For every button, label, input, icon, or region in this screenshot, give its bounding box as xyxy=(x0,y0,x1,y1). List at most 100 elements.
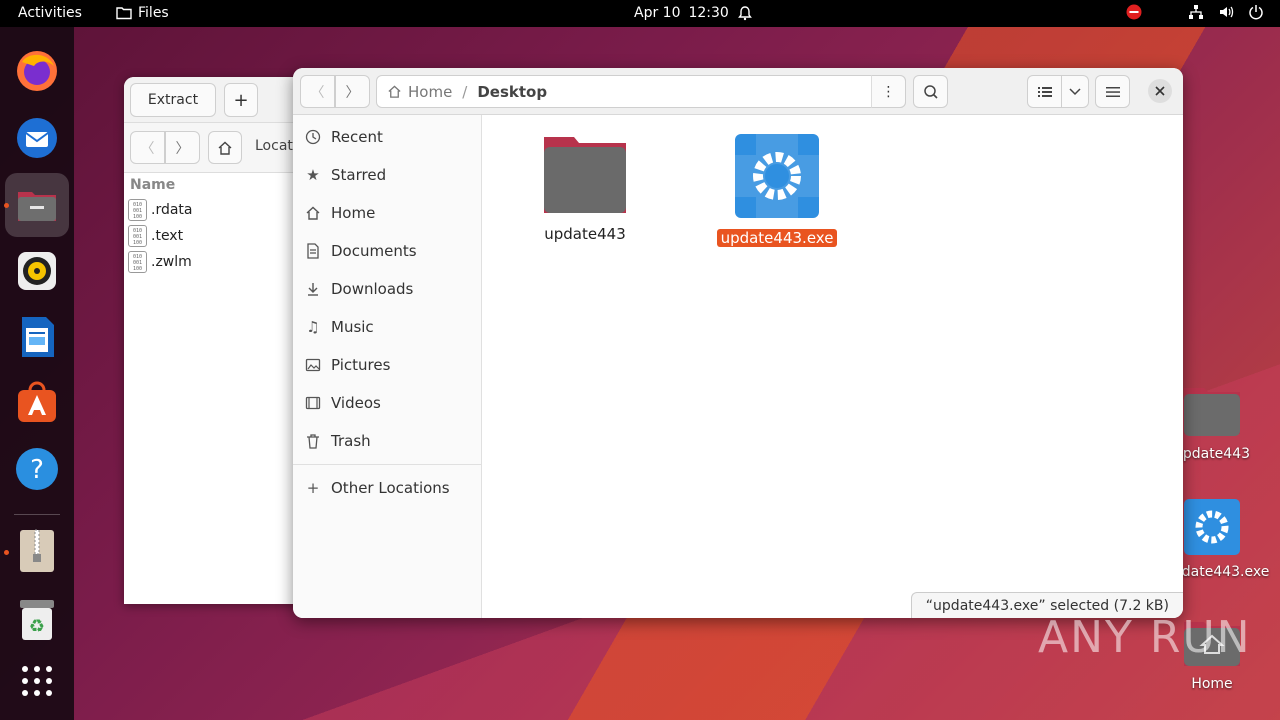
list-item[interactable]: 010 001 100 .text xyxy=(128,225,183,247)
sidebar-item-starred[interactable]: ★ Starred xyxy=(305,166,386,184)
list-item[interactable]: 010 001 100 .zwlm xyxy=(128,251,192,273)
app-menu[interactable]: Files xyxy=(116,5,169,21)
svg-text:?: ? xyxy=(30,455,44,485)
binary-file-icon: 010 001 100 xyxy=(128,225,147,247)
bell-icon xyxy=(737,6,752,21)
sidebar-item-documents[interactable]: Documents xyxy=(305,242,417,260)
trash-icon: ♻ xyxy=(20,600,54,640)
breadcrumb-separator: / xyxy=(462,82,468,101)
help-icon: ? xyxy=(16,448,58,490)
file-item-folder[interactable]: update443 xyxy=(515,135,655,243)
view-toggle-button[interactable] xyxy=(1027,75,1062,108)
breadcrumb-home[interactable]: Home xyxy=(387,83,452,101)
document-icon xyxy=(305,243,321,259)
dock-show-apps[interactable] xyxy=(5,649,69,713)
breadcrumb-label: Desktop xyxy=(477,82,548,101)
column-header-name[interactable]: Name xyxy=(130,177,175,193)
file-name: update443.exe xyxy=(716,229,838,247)
sidebar-item-pictures[interactable]: Pictures xyxy=(305,356,390,374)
home-icon xyxy=(388,85,401,98)
chevron-right-icon: 〉 xyxy=(345,84,360,101)
home-button[interactable] xyxy=(208,131,242,164)
add-files-button[interactable]: + xyxy=(224,83,258,117)
back-button[interactable]: 〈 xyxy=(300,75,335,108)
show-apps-icon xyxy=(22,666,52,696)
sidebar-item-label: Documents xyxy=(331,242,417,260)
desktop-icon-label: Home xyxy=(1191,676,1233,692)
forward-button[interactable]: 〉 xyxy=(165,131,200,164)
back-button[interactable]: 〈 xyxy=(130,131,165,164)
breadcrumb-desktop[interactable]: Desktop xyxy=(477,83,547,101)
sidebar: Recent ★ Starred Home Documents Download… xyxy=(293,115,482,618)
star-icon: ★ xyxy=(306,166,320,184)
extract-button[interactable]: Extract xyxy=(130,83,216,117)
sidebar-item-label: Downloads xyxy=(331,280,414,298)
chevron-right-icon: 〉 xyxy=(175,140,190,157)
close-icon xyxy=(1155,86,1165,96)
close-button[interactable] xyxy=(1148,79,1172,103)
forward-button[interactable]: 〉 xyxy=(335,75,370,108)
download-icon xyxy=(305,281,321,297)
dock-help[interactable]: ? xyxy=(5,437,69,501)
hamburger-icon xyxy=(1105,86,1120,97)
dock-rhythmbox[interactable] xyxy=(5,239,69,303)
folder-icon xyxy=(1184,388,1240,436)
dock-thunderbird[interactable] xyxy=(5,105,69,169)
file-view[interactable]: update443 update443.exe xyxy=(483,115,1183,618)
archive-navbar: 〈 〉 Locat xyxy=(124,123,314,173)
dock-trash[interactable]: ♻ xyxy=(5,587,69,651)
file-item-exe[interactable]: update443.exe xyxy=(707,133,847,247)
file-name: .text xyxy=(151,228,184,244)
running-indicator xyxy=(4,550,9,555)
clock[interactable]: Apr 10 12:30 xyxy=(634,5,753,21)
sidebar-item-music[interactable]: ♫ Music xyxy=(305,318,374,336)
search-button[interactable] xyxy=(913,75,948,108)
sidebar-item-trash[interactable]: Trash xyxy=(305,432,371,450)
path-menu-button[interactable]: ⋮ xyxy=(871,75,906,108)
trash-icon xyxy=(305,433,321,449)
activities-button[interactable]: Activities xyxy=(18,5,82,21)
firefox-icon xyxy=(17,51,57,91)
music-icon: ♫ xyxy=(306,318,320,336)
system-tray[interactable] xyxy=(1126,4,1264,20)
svg-text:♻: ♻ xyxy=(29,616,45,637)
view-options-button[interactable] xyxy=(1061,75,1089,108)
vertical-dots-icon: ⋮ xyxy=(881,83,896,100)
dock-writer[interactable] xyxy=(5,305,69,369)
sidebar-item-label: Music xyxy=(331,318,374,336)
files-window: 〈 〉 Home / Desktop ⋮ Recent ★ Starred Ho… xyxy=(293,68,1183,618)
home-icon xyxy=(218,141,232,155)
dock-archive-manager[interactable] xyxy=(5,519,69,583)
binary-file-icon: 010 001 100 xyxy=(128,199,147,221)
sidebar-item-recent[interactable]: Recent xyxy=(305,128,383,146)
running-indicator xyxy=(4,203,9,208)
dock-files[interactable] xyxy=(5,173,69,237)
top-bar: Activities Files Apr 10 12:30 xyxy=(0,0,1280,27)
picture-icon xyxy=(305,357,321,373)
dock: ? ♻ xyxy=(0,27,74,720)
watermark: ANY RUN xyxy=(1038,612,1252,663)
network-icon xyxy=(1189,5,1203,19)
file-name: update443 xyxy=(544,225,626,243)
main-menu-button[interactable] xyxy=(1095,75,1130,108)
sidebar-item-other-locations[interactable]: + Other Locations xyxy=(305,479,450,497)
dock-firefox[interactable] xyxy=(5,39,69,103)
power-icon xyxy=(1249,5,1263,20)
files-headerbar: 〈 〉 Home / Desktop ⋮ xyxy=(293,68,1183,115)
path-bar[interactable]: Home / Desktop xyxy=(376,75,906,108)
list-item[interactable]: 010 001 100 .rdata xyxy=(128,199,193,221)
home-icon xyxy=(305,205,321,221)
dock-separator xyxy=(14,514,60,515)
dock-app-center[interactable] xyxy=(5,371,69,435)
sidebar-item-videos[interactable]: Videos xyxy=(305,394,381,412)
sidebar-item-home[interactable]: Home xyxy=(305,204,375,222)
sidebar-item-downloads[interactable]: Downloads xyxy=(305,280,413,298)
executable-gear-icon xyxy=(735,134,819,218)
sidebar-item-label: Pictures xyxy=(331,356,391,374)
files-icon xyxy=(18,192,56,221)
time-text: 12:30 xyxy=(688,5,729,21)
app-menu-label: Files xyxy=(138,5,169,21)
clock-icon xyxy=(305,129,321,145)
archive-manager-icon xyxy=(20,529,54,572)
date-text: Apr 10 xyxy=(634,5,681,21)
